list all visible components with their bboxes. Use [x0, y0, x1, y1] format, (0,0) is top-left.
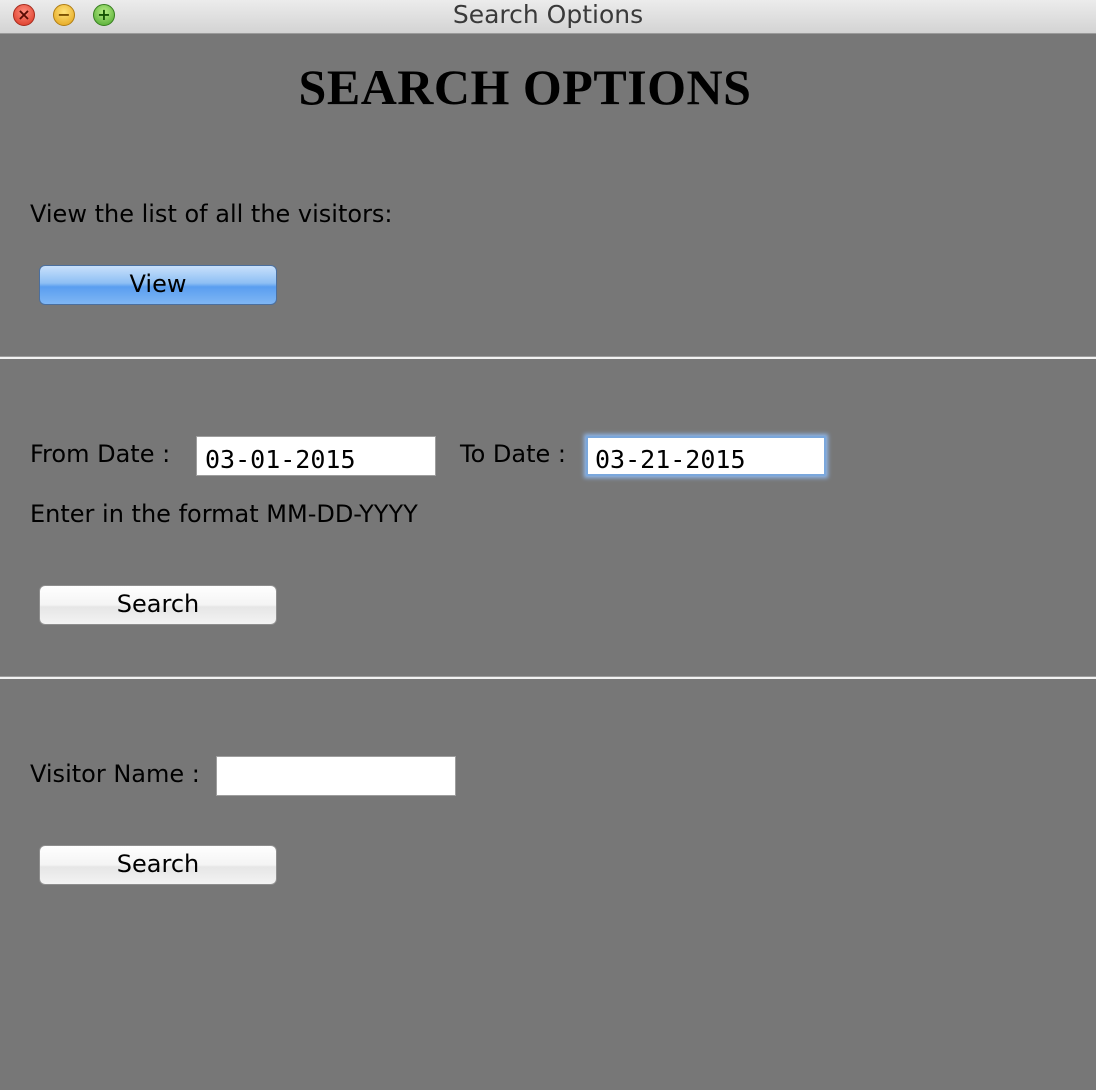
date-format-hint: Enter in the format MM-DD-YYYY [30, 500, 418, 528]
search-options-window: × − + Search Options SEARCH OPTIONS View… [0, 0, 1096, 1090]
from-date-label: From Date : [30, 440, 171, 468]
date-search-button[interactable]: Search [39, 585, 277, 625]
section-divider [0, 676, 1096, 679]
view-all-visitors-label: View the list of all the visitors: [30, 200, 393, 228]
section-divider [0, 356, 1096, 359]
from-date-field[interactable]: 03-01-2015 [196, 436, 436, 476]
title-bar[interactable]: × − + Search Options [0, 0, 1096, 34]
to-date-field[interactable]: 03-21-2015 [586, 436, 826, 476]
visitor-name-label: Visitor Name : [30, 760, 200, 788]
window-title: Search Options [452, 0, 644, 29]
visitor-name-field[interactable] [216, 756, 456, 796]
page-heading: SEARCH OPTIONS [298, 59, 752, 115]
to-date-label: To Date : [460, 440, 566, 468]
view-button[interactable]: View [39, 265, 277, 305]
name-search-button[interactable]: Search [39, 845, 277, 885]
